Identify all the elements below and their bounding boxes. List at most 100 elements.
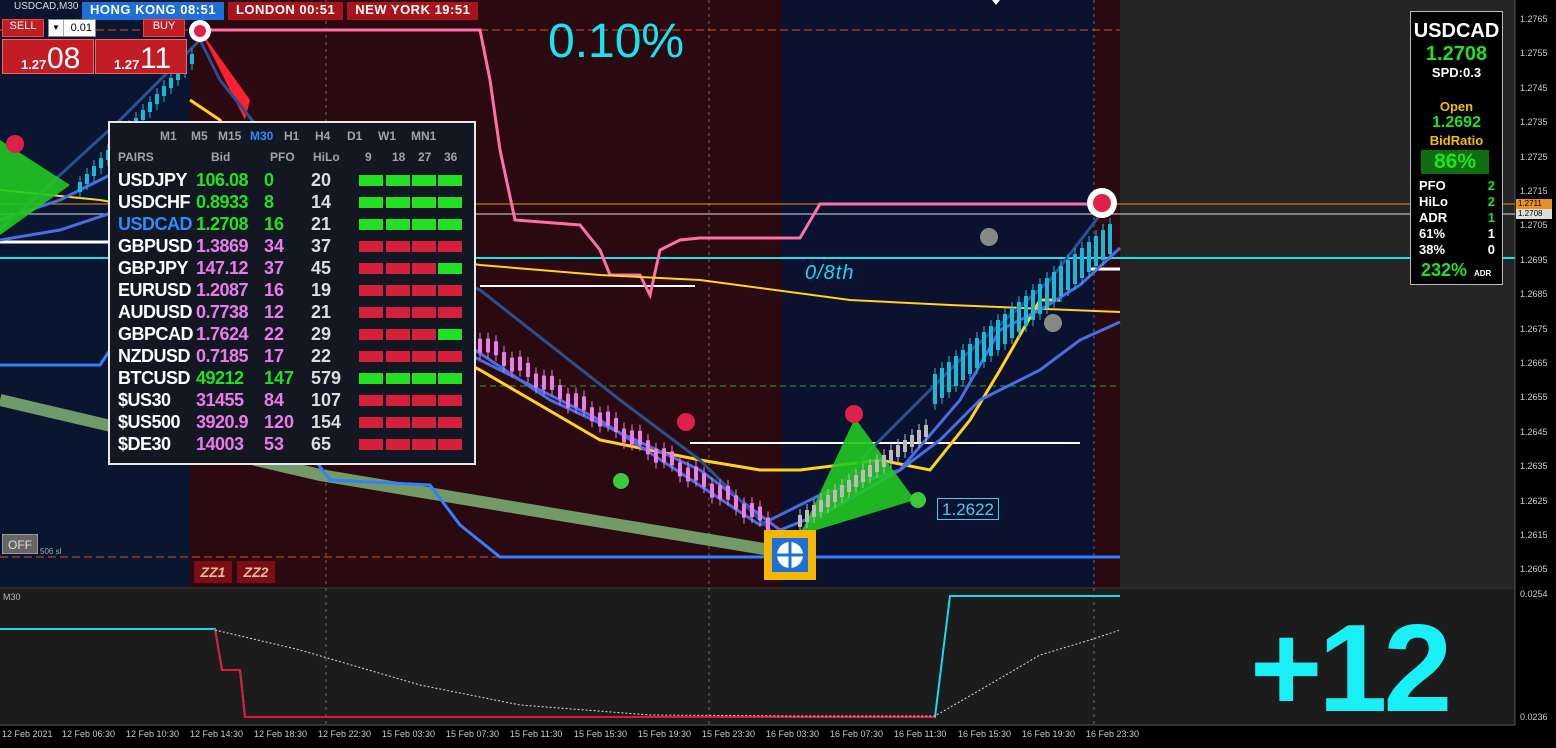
candle-body	[534, 373, 538, 388]
candle-body	[606, 411, 610, 426]
pair-row[interactable]: BTCUSD 49212 147 579	[110, 368, 474, 390]
pair-pfo: 34	[264, 236, 285, 256]
pair-row[interactable]: USDCHF 0.8933 8 14	[110, 192, 474, 214]
buy-button[interactable]: BUY	[143, 19, 185, 37]
candle-body	[92, 166, 96, 176]
timeframe-m5[interactable]: M5	[191, 129, 208, 143]
trend-bar-up	[386, 219, 410, 230]
trend-bar-down	[412, 417, 436, 428]
candle-body	[1052, 272, 1056, 302]
timeframe-mn1[interactable]: MN1	[411, 129, 436, 143]
zz1-button[interactable]: ZZ1	[194, 561, 232, 583]
candle-body	[718, 485, 722, 500]
percent-change-label: 0.10%	[548, 15, 685, 68]
candle-body	[1059, 266, 1063, 296]
candle-body	[162, 86, 166, 96]
timeframe-h4[interactable]: H4	[315, 129, 330, 143]
time-tick-label: 16 Feb 11:30	[894, 729, 947, 739]
trend-bar-down	[412, 285, 436, 296]
candle-body	[868, 465, 872, 477]
candle-body	[975, 338, 979, 368]
pair-row[interactable]: EURUSD 1.2087 16 19	[110, 280, 474, 302]
candle-body	[662, 448, 666, 463]
timeframe-m1[interactable]: M1	[160, 129, 177, 143]
timeframe-m30[interactable]: M30	[250, 129, 273, 143]
pair-hilo: 154	[311, 412, 342, 432]
trend-bar-down	[386, 351, 410, 362]
candle-body	[1101, 230, 1105, 260]
candle-body	[702, 473, 706, 488]
trend-bar-down	[438, 417, 462, 428]
candle-body	[742, 503, 746, 518]
buy-price-box[interactable]: 1.27 11	[95, 39, 187, 75]
timeframe-h1[interactable]: H1	[284, 129, 299, 143]
price-tick-label: 1.2705	[1520, 220, 1548, 231]
pair-hilo: 19	[311, 280, 332, 300]
murrey-eighth-label: 0/8th	[805, 262, 855, 284]
candle-body	[526, 362, 530, 377]
lot-size-input[interactable]: ▼ 0.01	[48, 19, 96, 37]
pair-name: NZDUSD	[118, 346, 191, 366]
timeframe-m15[interactable]: M15	[218, 129, 241, 143]
candle-body	[1087, 242, 1091, 272]
pair-hilo: 22	[311, 346, 332, 366]
pair-row[interactable]: $US30 31455 84 107	[110, 390, 474, 412]
pair-row[interactable]: $US500 3920.9 120 154	[110, 412, 474, 434]
pair-pfo: 147	[264, 368, 295, 388]
info-bidratio-value: 86%	[1421, 150, 1489, 174]
trend-bar-down	[359, 395, 383, 406]
lot-size-value: 0.01	[70, 22, 92, 34]
pair-name: GBPCAD	[118, 324, 194, 344]
time-tick-label: 15 Feb 11:30	[510, 729, 563, 739]
candle-body	[1031, 290, 1035, 320]
pair-row[interactable]: USDJPY 106.08 0 20	[110, 170, 474, 192]
trend-bar-down	[359, 285, 383, 296]
candle-body	[947, 362, 951, 392]
price-tick-label: 1.2745	[1520, 82, 1548, 93]
sell-price-box[interactable]: 1.27 08	[2, 39, 94, 75]
trend-bar-up	[386, 197, 410, 208]
trend-bar-up	[359, 175, 383, 186]
pair-row[interactable]: AUDUSD 0.7738 12 21	[110, 302, 474, 324]
time-tick-label: 15 Feb 03:30	[382, 729, 436, 739]
header-18: 18	[392, 150, 406, 164]
candle-body	[542, 375, 546, 390]
trend-bar-up	[438, 329, 462, 340]
pair-row[interactable]: NZDUSD 0.7185 17 22	[110, 346, 474, 368]
candle-body	[766, 517, 770, 532]
trend-bar-down	[359, 241, 383, 252]
pair-bid: 0.7185	[196, 346, 249, 366]
sell-button[interactable]: SELL	[2, 19, 44, 37]
candle-body	[989, 326, 993, 356]
bid-price-tag: 1.2708	[1518, 209, 1543, 218]
pair-row[interactable]: USDCAD 1.2708 16 21	[110, 214, 474, 236]
info-open-value: 1.2692	[1432, 114, 1481, 131]
candle-body	[726, 485, 730, 500]
header-pfo: PFO	[270, 150, 295, 164]
pair-row[interactable]: GBPJPY 147.12 37 45	[110, 258, 474, 280]
trend-bar-down	[359, 417, 383, 428]
timeframe-w1[interactable]: W1	[378, 129, 396, 143]
pair-name: $DE30	[118, 434, 171, 454]
time-tick-label: 15 Feb 19:30	[638, 729, 692, 739]
price-tick-label: 1.2635	[1520, 461, 1548, 472]
pair-row[interactable]: GBPCAD 1.7624 22 29	[110, 324, 474, 346]
timeframe-d1[interactable]: D1	[347, 129, 362, 143]
lot-dropdown-icon[interactable]: ▼	[49, 20, 64, 36]
price-tick-label: 1.2755	[1520, 48, 1548, 59]
sell-price-pips: 08	[47, 42, 81, 75]
info-stat-row: ADR 1	[1419, 210, 1495, 225]
candle-body	[833, 490, 837, 502]
candle-body	[875, 460, 879, 472]
trend-bar-down	[359, 351, 383, 362]
window-title: USDCAD,M30	[14, 1, 79, 12]
zz2-button[interactable]: ZZ2	[237, 561, 275, 583]
pair-pfo: 17	[264, 346, 285, 366]
price-tick-label: 1.2645	[1520, 426, 1548, 437]
candle-body	[903, 440, 907, 452]
pair-row[interactable]: GBPUSD 1.3869 34 37	[110, 236, 474, 258]
off-button[interactable]: OFF	[2, 534, 38, 554]
trend-bar-down	[438, 351, 462, 362]
candle-body	[155, 94, 159, 104]
pair-row[interactable]: $DE30 14003 53 65	[110, 434, 474, 456]
